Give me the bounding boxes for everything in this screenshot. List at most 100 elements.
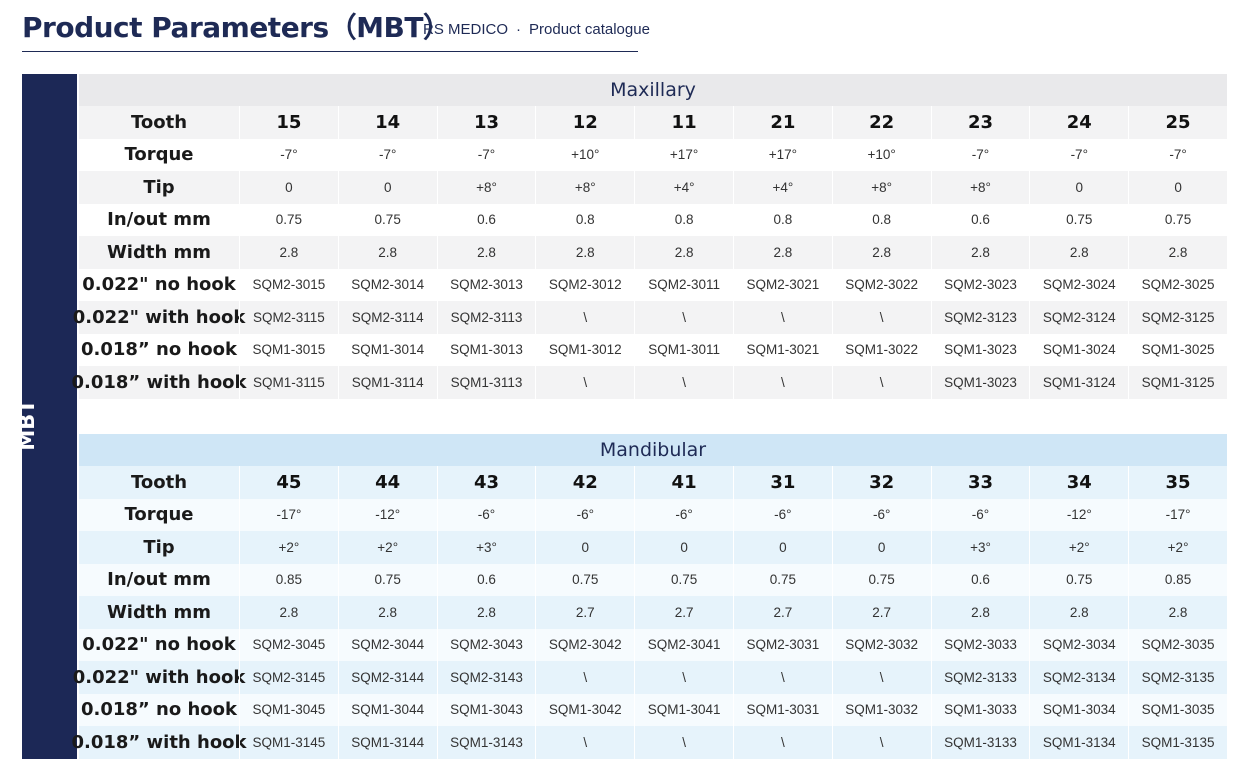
table-cell: SQM2-3034 (1029, 628, 1128, 661)
row-label: Tip (143, 176, 175, 198)
table-cell: 0 (732, 531, 832, 564)
table-cell: +10° (535, 138, 634, 171)
tooth-number-cell: 24 (1029, 106, 1128, 139)
table-cell: -7° (337, 138, 437, 171)
table-cell: 2.7 (634, 596, 733, 629)
table-cell: +4° (732, 171, 832, 204)
table-cell: SQM1-3033 (930, 693, 1030, 726)
table-row: Tip +2° +2° +3° 0 0 0 0 +3° +2° +2° (79, 531, 1227, 564)
table-cell: SQM2-3115 (239, 301, 338, 334)
table-cell: \ (732, 726, 832, 759)
row-label: Tooth (130, 471, 188, 493)
table-cell: SQM1-3134 (1029, 726, 1128, 759)
tooth-number-cell: 33 (930, 466, 1030, 499)
table-cell: -7° (930, 138, 1030, 171)
tooth-number-cell: 15 (239, 106, 338, 139)
row-label: Tip (143, 536, 175, 558)
table-cell: +4° (634, 171, 733, 204)
table-cell: -6° (732, 498, 832, 531)
row-label: 0.022" no hook (82, 274, 236, 296)
table-cell: +10° (831, 138, 931, 171)
table-cell: 0.75 (1029, 563, 1128, 596)
table-cell: SQM2-3125 (1128, 301, 1227, 334)
table-cell: SQM1-3022 (831, 333, 931, 366)
table-cell: SQM1-3135 (1128, 726, 1227, 759)
table-cell: 0.6 (436, 563, 536, 596)
row-label: 0.018” no hook (81, 339, 237, 361)
table-cell: SQM2-3025 (1128, 268, 1227, 301)
tooth-number-cell: 45 (239, 466, 338, 499)
table-cell: SQM1-3013 (436, 333, 536, 366)
tooth-number-cell: 13 (436, 106, 536, 139)
table-cell: SQM2-3014 (337, 268, 437, 301)
table-cell: 2.8 (732, 236, 832, 269)
table-cell: \ (831, 301, 931, 334)
table-cell: -7° (239, 138, 338, 171)
table-cell: -7° (1029, 138, 1128, 171)
table-cell: SQM1-3035 (1128, 693, 1227, 726)
table-cell: -17° (1128, 498, 1227, 531)
table-cell: SQM1-3115 (239, 366, 338, 399)
table-cell: 2.8 (239, 236, 338, 269)
table-row: Width mm 2.8 2.8 2.8 2.8 2.8 2.8 2.8 2.8 2.8 2.8 (79, 236, 1227, 269)
table-cell: -7° (436, 138, 536, 171)
table-cell: SQM1-3144 (337, 726, 437, 759)
table-row: Tooth 15 14 13 12 11 21 22 23 24 25 (79, 106, 1227, 139)
table-cell: \ (535, 301, 634, 334)
table-cell: SQM2-3043 (436, 628, 536, 661)
table-cell: 2.8 (930, 236, 1030, 269)
table-cell: SQM2-3042 (535, 628, 634, 661)
table-cell: -12° (337, 498, 437, 531)
table-cell: 0.75 (337, 563, 437, 596)
mandibular-table: Mandibular Tooth 45 44 43 42 41 31 32 33 34 35 Torq… (71, 434, 1227, 759)
table-cell: SQM2-3021 (732, 268, 832, 301)
table-cell: SQM2-3044 (337, 628, 437, 661)
tooth-number-cell: 35 (1128, 466, 1227, 499)
table-cell: SQM2-3015 (239, 268, 338, 301)
table-cell: +2° (337, 531, 437, 564)
tooth-number-cell: 43 (436, 466, 536, 499)
tooth-number-cell: 31 (732, 466, 832, 499)
table-cell: SQM1-3125 (1128, 366, 1227, 399)
table-cell: SQM1-3021 (732, 333, 832, 366)
table-cell: SQM1-3145 (239, 726, 338, 759)
table-cell: SQM1-3011 (634, 333, 733, 366)
row-label: In/out mm (107, 209, 211, 231)
table-cell: \ (535, 726, 634, 759)
tooth-number-cell: 42 (535, 466, 634, 499)
table-cell: \ (732, 301, 832, 334)
table-cell: 2.7 (831, 596, 931, 629)
table-cell: 0.75 (239, 203, 338, 236)
table-cell: SQM2-3012 (535, 268, 634, 301)
table-cell: SQM2-3024 (1029, 268, 1128, 301)
table-cell: \ (535, 661, 634, 694)
table-cell: \ (634, 301, 733, 334)
row-label: Torque (124, 504, 194, 526)
table-cell: SQM1-3143 (436, 726, 536, 759)
table-row: Width mm 2.8 2.8 2.8 2.7 2.7 2.7 2.7 2.8 2.8 2.8 (79, 596, 1227, 629)
table-cell: SQM2-3133 (930, 661, 1030, 694)
table-cell: -6° (930, 498, 1030, 531)
table-cell: SQM2-3134 (1029, 661, 1128, 694)
table-cell: SQM2-3113 (436, 301, 536, 334)
table-cell: +2° (1128, 531, 1227, 564)
table-cell: +2° (239, 531, 338, 564)
table-cell: SQM1-3034 (1029, 693, 1128, 726)
table-cell: 0.75 (732, 563, 832, 596)
row-label: Width mm (106, 601, 212, 623)
table-cell: -17° (239, 498, 338, 531)
page-header: Product Parameters（MBT） RS MEDICO · Produc… (22, 6, 650, 52)
maxillary-table: Maxillary Tooth 15 14 13 12 11 21 22 23 24 25 Torqu… (71, 74, 1227, 399)
table-cell: +3° (930, 531, 1030, 564)
table-cell: \ (732, 661, 832, 694)
table-row: 0.022" with hook SQM2-3145 SQM2-3144 SQM2-3… (73, 661, 1227, 694)
separator: · (516, 21, 522, 38)
table-cell: \ (634, 366, 733, 399)
table-cell: \ (831, 726, 931, 759)
table-cell: SQM1-3015 (239, 333, 338, 366)
table-cell: 2.8 (436, 596, 536, 629)
table-row: 0.022" with hook SQM2-3115 SQM2-3114 SQM2-3… (73, 301, 1227, 334)
table-row: 0.018” no hook SQM1-3015 SQM1-3014 SQM1-301… (79, 333, 1227, 366)
table-row: 0.018” no hook SQM1-3045 SQM1-3044 SQM1-304… (79, 693, 1227, 726)
table-cell: SQM2-3143 (436, 661, 536, 694)
